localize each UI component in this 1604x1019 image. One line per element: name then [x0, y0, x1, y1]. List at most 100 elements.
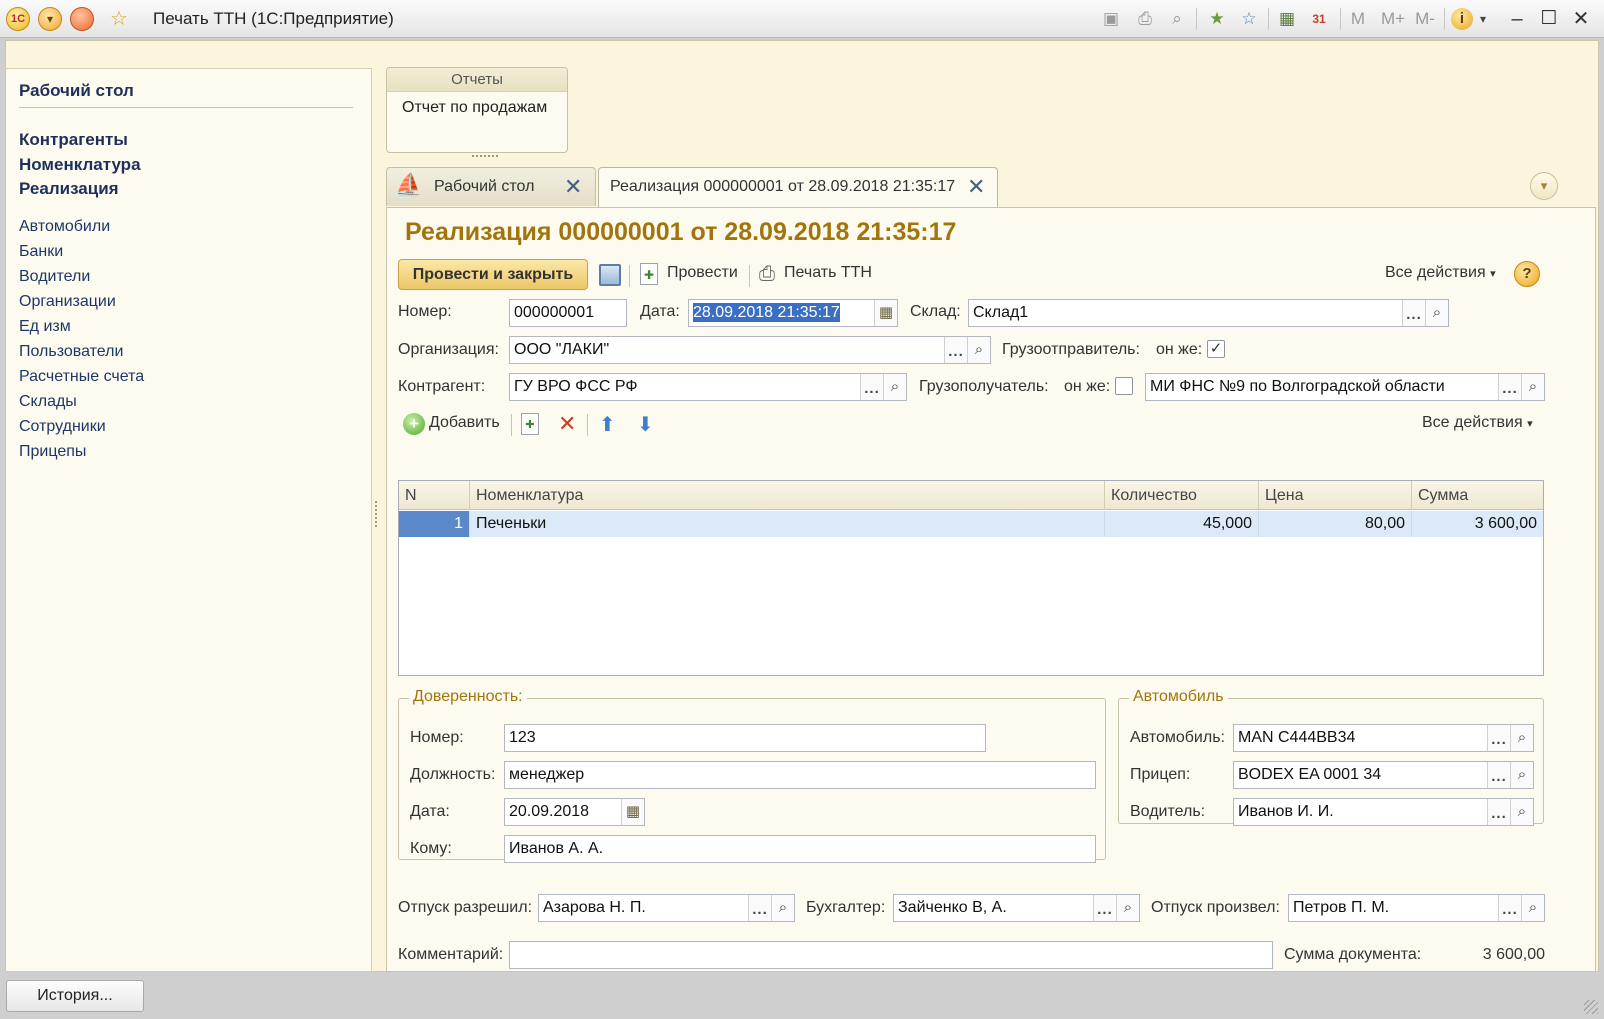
trailer-search-icon[interactable]: ⌕	[1510, 762, 1533, 788]
post-and-close-button[interactable]: Провести и закрыть	[398, 259, 588, 290]
move-down-icon[interactable]: ⬇	[637, 412, 654, 437]
cell-price[interactable]: 80,00	[1259, 511, 1412, 537]
calendar-icon[interactable]: ▦	[621, 799, 644, 825]
consignee-field[interactable]: МИ ФНС №9 по Волгоградской области ... ⌕	[1145, 373, 1545, 401]
organization-search-icon[interactable]: ⌕	[967, 337, 990, 363]
close-icon[interactable]: ✕	[1570, 8, 1592, 30]
tab-desktop-close-icon[interactable]: ✕	[564, 175, 582, 199]
preview-icon[interactable]: ⌕	[1166, 8, 1188, 30]
sidebar-item-bank-accounts[interactable]: Расчетные счета	[19, 368, 144, 386]
sidebar-item-trailers[interactable]: Прицепы	[19, 443, 86, 461]
record-icon[interactable]	[70, 7, 94, 31]
released-by-select-button[interactable]: ...	[748, 895, 771, 921]
tab-sale-document-close-icon[interactable]: ✕	[967, 175, 985, 199]
consignee-search-icon[interactable]: ⌕	[1521, 374, 1544, 400]
trailer-field[interactable]: BODEX EA 0001 34 ... ⌕	[1233, 761, 1534, 789]
sidebar-item-warehouses[interactable]: Склады	[19, 393, 77, 411]
column-header-nomenclature[interactable]: Номенклатура	[470, 481, 1105, 510]
post-icon[interactable]: ✚	[640, 263, 658, 285]
cell-n[interactable]: 1	[399, 511, 470, 537]
history-button[interactable]: История...	[6, 980, 144, 1012]
calendar-icon[interactable]: ▦	[874, 300, 897, 326]
cell-sum[interactable]: 3 600,00	[1412, 511, 1543, 537]
produced-by-field[interactable]: Петров П. М. ... ⌕	[1288, 894, 1545, 922]
cell-nomenclature[interactable]: Печеньки	[470, 511, 1105, 537]
reports-splitter-handle[interactable]	[472, 155, 498, 159]
table-all-actions-menu[interactable]: Все действия ▾	[1422, 414, 1533, 432]
save-icon[interactable]: ▣	[1100, 8, 1122, 30]
sidebar-item-nomenclature[interactable]: Номенклатура	[19, 155, 141, 175]
sidebar-item-sales[interactable]: Реализация	[19, 179, 119, 199]
column-header-sum[interactable]: Сумма	[1412, 481, 1543, 510]
released-by-field[interactable]: Азарова Н. П. ... ⌕	[538, 894, 795, 922]
warehouse-select-button[interactable]: ...	[1402, 300, 1425, 326]
menu-dropdown-icon[interactable]: ▾	[38, 7, 62, 31]
consignee-select-button[interactable]: ...	[1498, 374, 1521, 400]
column-header-quantity[interactable]: Количество	[1105, 481, 1259, 510]
move-up-icon[interactable]: ⬆	[599, 412, 616, 437]
produced-by-search-icon[interactable]: ⌕	[1521, 895, 1544, 921]
poa-number-field[interactable]: 123	[504, 724, 986, 752]
counterparty-field[interactable]: ГУ ВРО ФСС РФ ... ⌕	[509, 373, 907, 401]
calculator-icon[interactable]: ▦	[1276, 8, 1298, 30]
shipper-same-checkbox[interactable]: ✓	[1207, 340, 1225, 358]
print-ttn-button[interactable]: Печать ТТН	[784, 264, 872, 282]
sidebar-item-counterparties[interactable]: Контрагенты	[19, 130, 128, 150]
warehouse-field[interactable]: Склад1 ... ⌕	[968, 299, 1449, 327]
poa-date-field[interactable]: 20.09.2018 ▦	[504, 798, 645, 826]
sidebar-desktop-link[interactable]: Рабочий стол	[19, 81, 134, 101]
report-sales-link[interactable]: Отчет по продажам	[387, 92, 567, 117]
minimize-icon[interactable]: –	[1506, 8, 1528, 30]
car-search-icon[interactable]: ⌕	[1510, 725, 1533, 751]
column-header-n[interactable]: N	[399, 481, 470, 510]
sidebar-item-banks[interactable]: Банки	[19, 243, 63, 261]
resize-grip-icon[interactable]	[1584, 1000, 1598, 1014]
star-icon[interactable]: ☆	[108, 8, 130, 30]
organization-field[interactable]: ООО "ЛАКИ" ... ⌕	[509, 336, 991, 364]
trailer-select-button[interactable]: ...	[1487, 762, 1510, 788]
tabs-dropdown-icon[interactable]: ▾	[1530, 172, 1558, 200]
help-icon[interactable]: ?	[1514, 261, 1540, 287]
sidebar-item-employees[interactable]: Сотрудники	[19, 418, 106, 436]
tab-desktop[interactable]: ⛵ Рабочий стол ✕	[386, 167, 596, 206]
add-row-button[interactable]: Добавить	[429, 414, 500, 432]
number-field[interactable]: 000000001	[509, 299, 627, 327]
copy-row-icon[interactable]: ✚	[521, 413, 539, 435]
poa-to-field[interactable]: Иванов А. А.	[504, 835, 1096, 863]
1c-logo-icon[interactable]: 1C	[6, 7, 30, 31]
accountant-search-icon[interactable]: ⌕	[1116, 895, 1139, 921]
car-select-button[interactable]: ...	[1487, 725, 1510, 751]
all-actions-menu[interactable]: Все действия ▾	[1385, 264, 1496, 282]
driver-search-icon[interactable]: ⌕	[1510, 799, 1533, 825]
released-by-search-icon[interactable]: ⌕	[771, 895, 794, 921]
sidebar-item-organizations[interactable]: Организации	[19, 293, 116, 311]
memory-m-icon[interactable]: M	[1346, 8, 1370, 30]
memory-plus-icon[interactable]: M+	[1378, 8, 1408, 30]
printer-icon[interactable]: ⎙	[759, 263, 775, 286]
post-button[interactable]: Провести	[667, 264, 738, 282]
car-field[interactable]: MAN C444BB34 ... ⌕	[1233, 724, 1534, 752]
sidebar-item-units[interactable]: Ед изм	[19, 318, 71, 336]
date-field[interactable]: 28.09.2018 21:35:17 ▦	[688, 299, 898, 327]
memory-minus-icon[interactable]: M-	[1412, 8, 1438, 30]
counterparty-select-button[interactable]: ...	[860, 374, 883, 400]
driver-select-button[interactable]: ...	[1487, 799, 1510, 825]
info-dropdown-icon[interactable]: ▾	[1476, 8, 1490, 30]
comment-field[interactable]	[509, 941, 1273, 969]
sidebar-item-users[interactable]: Пользователи	[19, 343, 123, 361]
panel-splitter-handle[interactable]	[375, 501, 379, 527]
sidebar-item-drivers[interactable]: Водители	[19, 268, 90, 286]
accountant-field[interactable]: Зайченко В, А. ... ⌕	[893, 894, 1140, 922]
info-icon[interactable]: i	[1451, 8, 1473, 30]
favorites-icon[interactable]: ☆	[1238, 8, 1260, 30]
cell-quantity[interactable]: 45,000	[1105, 511, 1259, 537]
favorite-add-icon[interactable]: ★	[1206, 8, 1228, 30]
add-row-icon[interactable]: +	[403, 413, 425, 435]
warehouse-search-icon[interactable]: ⌕	[1425, 300, 1448, 326]
produced-by-select-button[interactable]: ...	[1498, 895, 1521, 921]
organization-select-button[interactable]: ...	[944, 337, 967, 363]
driver-field[interactable]: Иванов И. И. ... ⌕	[1233, 798, 1534, 826]
maximize-icon[interactable]: ☐	[1538, 8, 1560, 30]
column-header-price[interactable]: Цена	[1259, 481, 1412, 510]
tab-sale-document[interactable]: Реализация 000000001 от 28.09.2018 21:35…	[598, 167, 998, 208]
